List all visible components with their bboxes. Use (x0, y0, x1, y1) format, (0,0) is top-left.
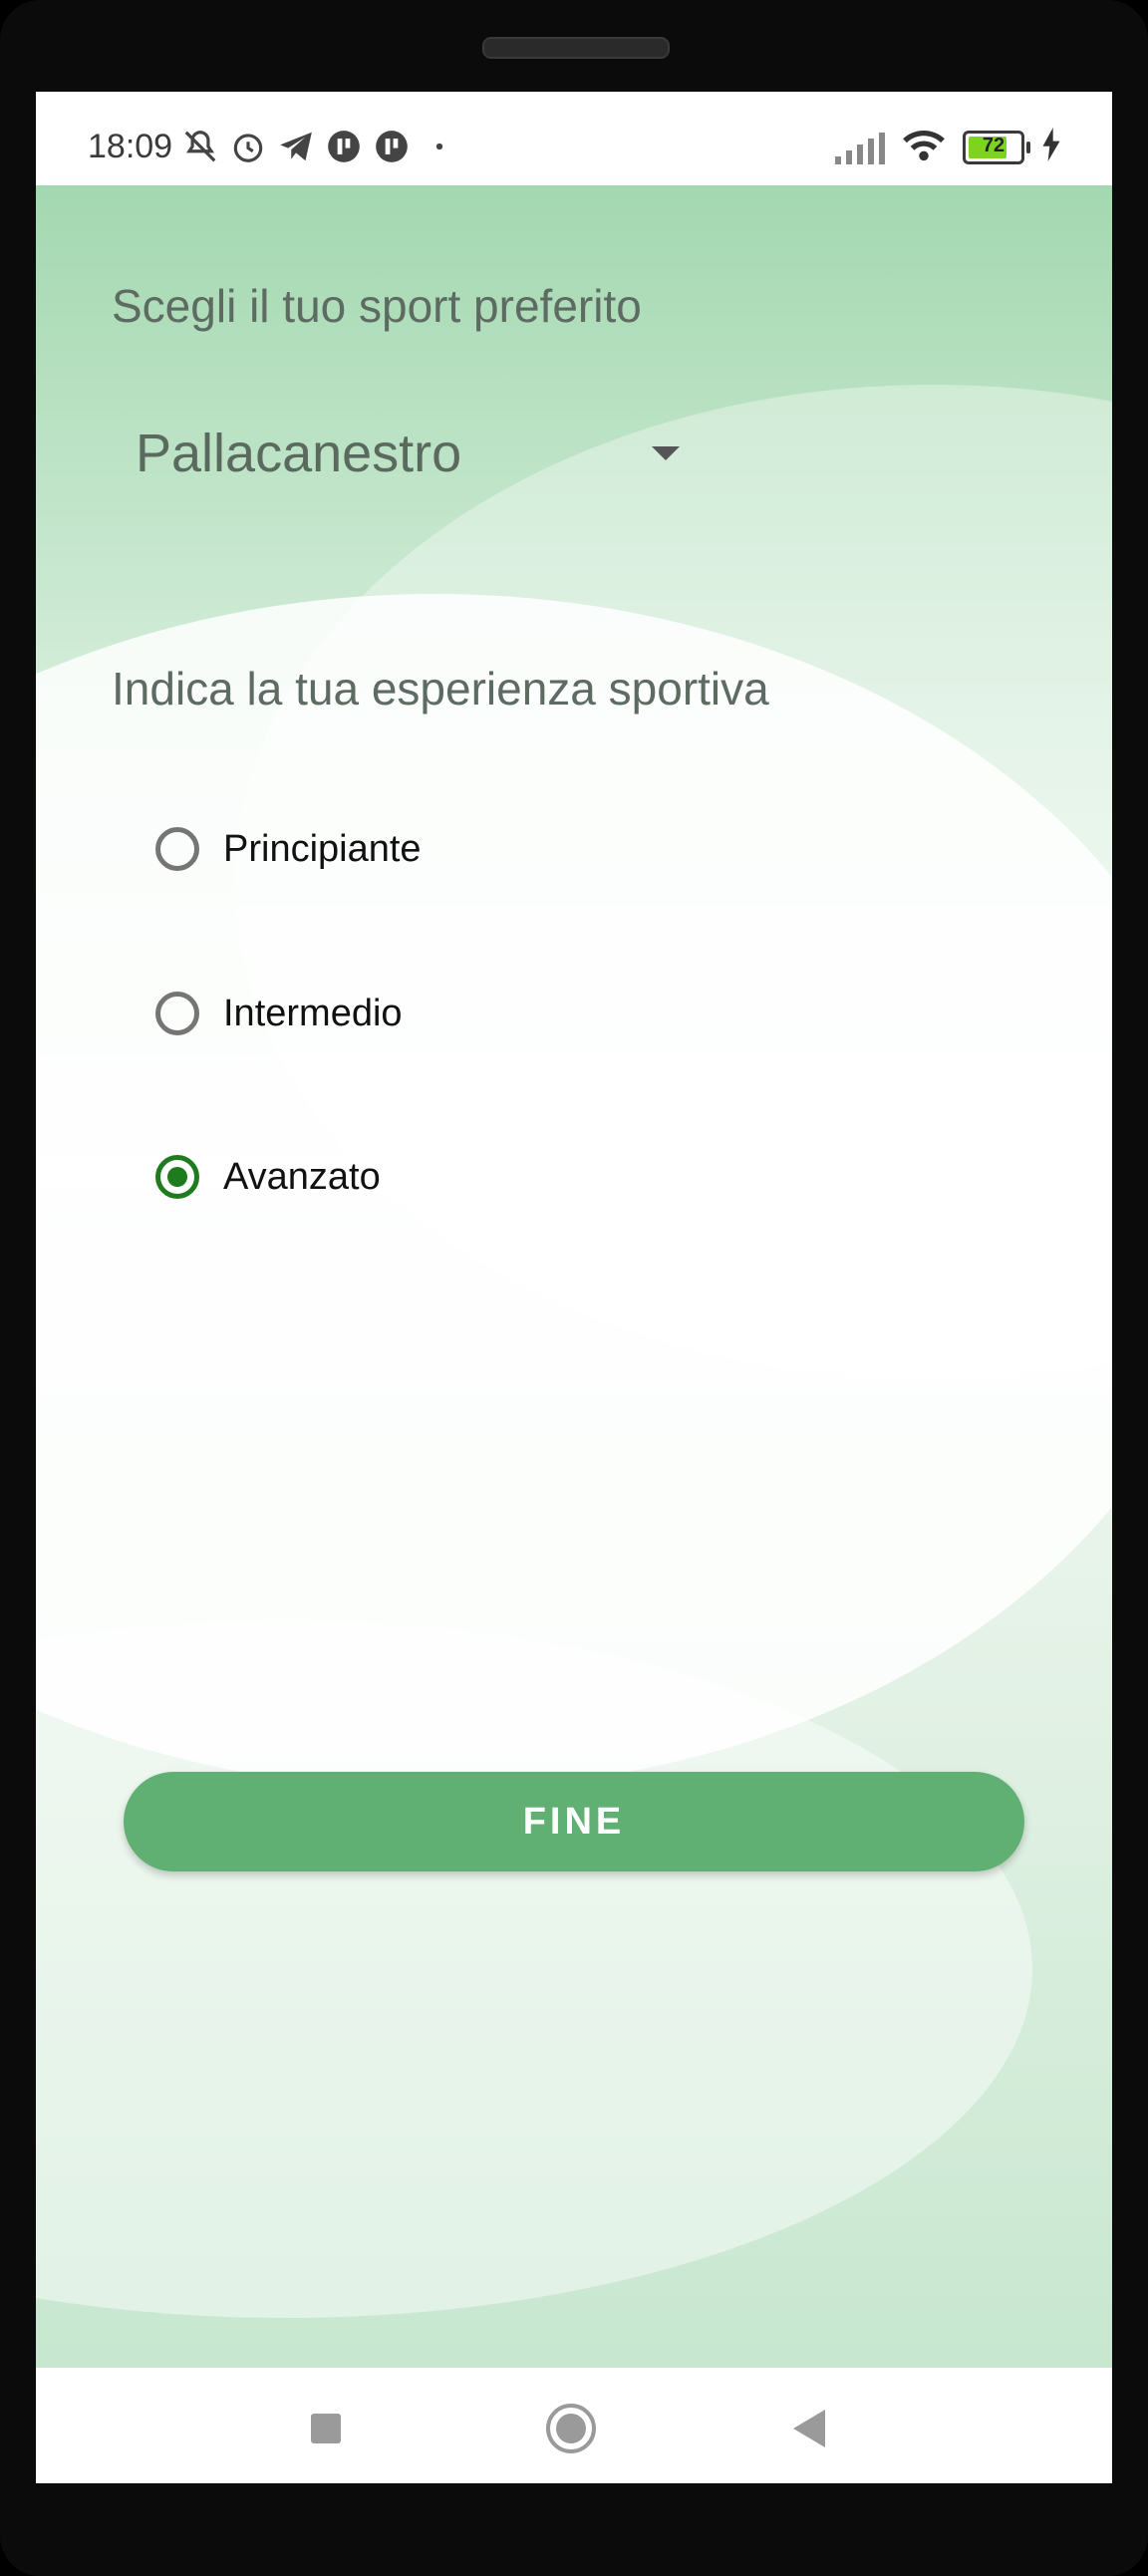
telegram-icon (277, 128, 315, 165)
sport-dropdown-value: Pallacanestro (136, 424, 462, 483)
alarm-icon (229, 128, 267, 165)
home-button[interactable] (546, 2404, 596, 2453)
mute-icon (181, 128, 219, 165)
sport-preferences-screen: Scegli il tuo sport preferito Pallacanes… (36, 185, 1112, 2368)
phone-frame: 18:09 72 Scegli il tuo sport preferito P… (0, 0, 1148, 2576)
battery-level: 72 (982, 134, 1005, 156)
status-bar: 18:09 72 (36, 92, 1112, 185)
radio-label: Avanzato (223, 1155, 381, 1198)
back-button[interactable] (793, 2410, 825, 2447)
wifi-icon (901, 126, 947, 168)
experience-prompt-label: Indica la tua esperienza sportiva (112, 663, 769, 715)
status-notification-icons (181, 128, 458, 165)
radio-option-intermedio[interactable]: Intermedio (155, 974, 403, 1053)
signal-icon (835, 131, 885, 164)
charging-icon (1040, 128, 1062, 166)
app-icon (325, 128, 363, 165)
dropdown-arrow-icon (652, 446, 680, 460)
navigation-bar (36, 2368, 1112, 2483)
battery-icon: 72 (963, 130, 1030, 164)
background-decoration (36, 1620, 1032, 2318)
dot-icon (421, 128, 458, 165)
screen: 18:09 72 Scegli il tuo sport preferito P… (36, 92, 1112, 2483)
sport-dropdown[interactable]: Pallacanestro (136, 409, 680, 498)
radio-option-principiante[interactable]: Principiante (155, 809, 422, 889)
radio-button-selected[interactable] (155, 1155, 199, 1199)
recents-button[interactable] (311, 2414, 341, 2443)
app-icon (373, 128, 411, 165)
radio-button[interactable] (155, 992, 199, 1035)
radio-label: Principiante (223, 827, 422, 870)
radio-button[interactable] (155, 827, 199, 871)
status-time: 18:09 (88, 128, 173, 165)
finish-button[interactable]: FINE (124, 1772, 1024, 1871)
status-system-icons: 72 (835, 126, 1062, 168)
speaker-grille (482, 37, 670, 59)
radio-option-avanzato[interactable]: Avanzato (155, 1137, 381, 1217)
radio-label: Intermedio (223, 992, 403, 1034)
sport-prompt-label: Scegli il tuo sport preferito (112, 280, 642, 332)
